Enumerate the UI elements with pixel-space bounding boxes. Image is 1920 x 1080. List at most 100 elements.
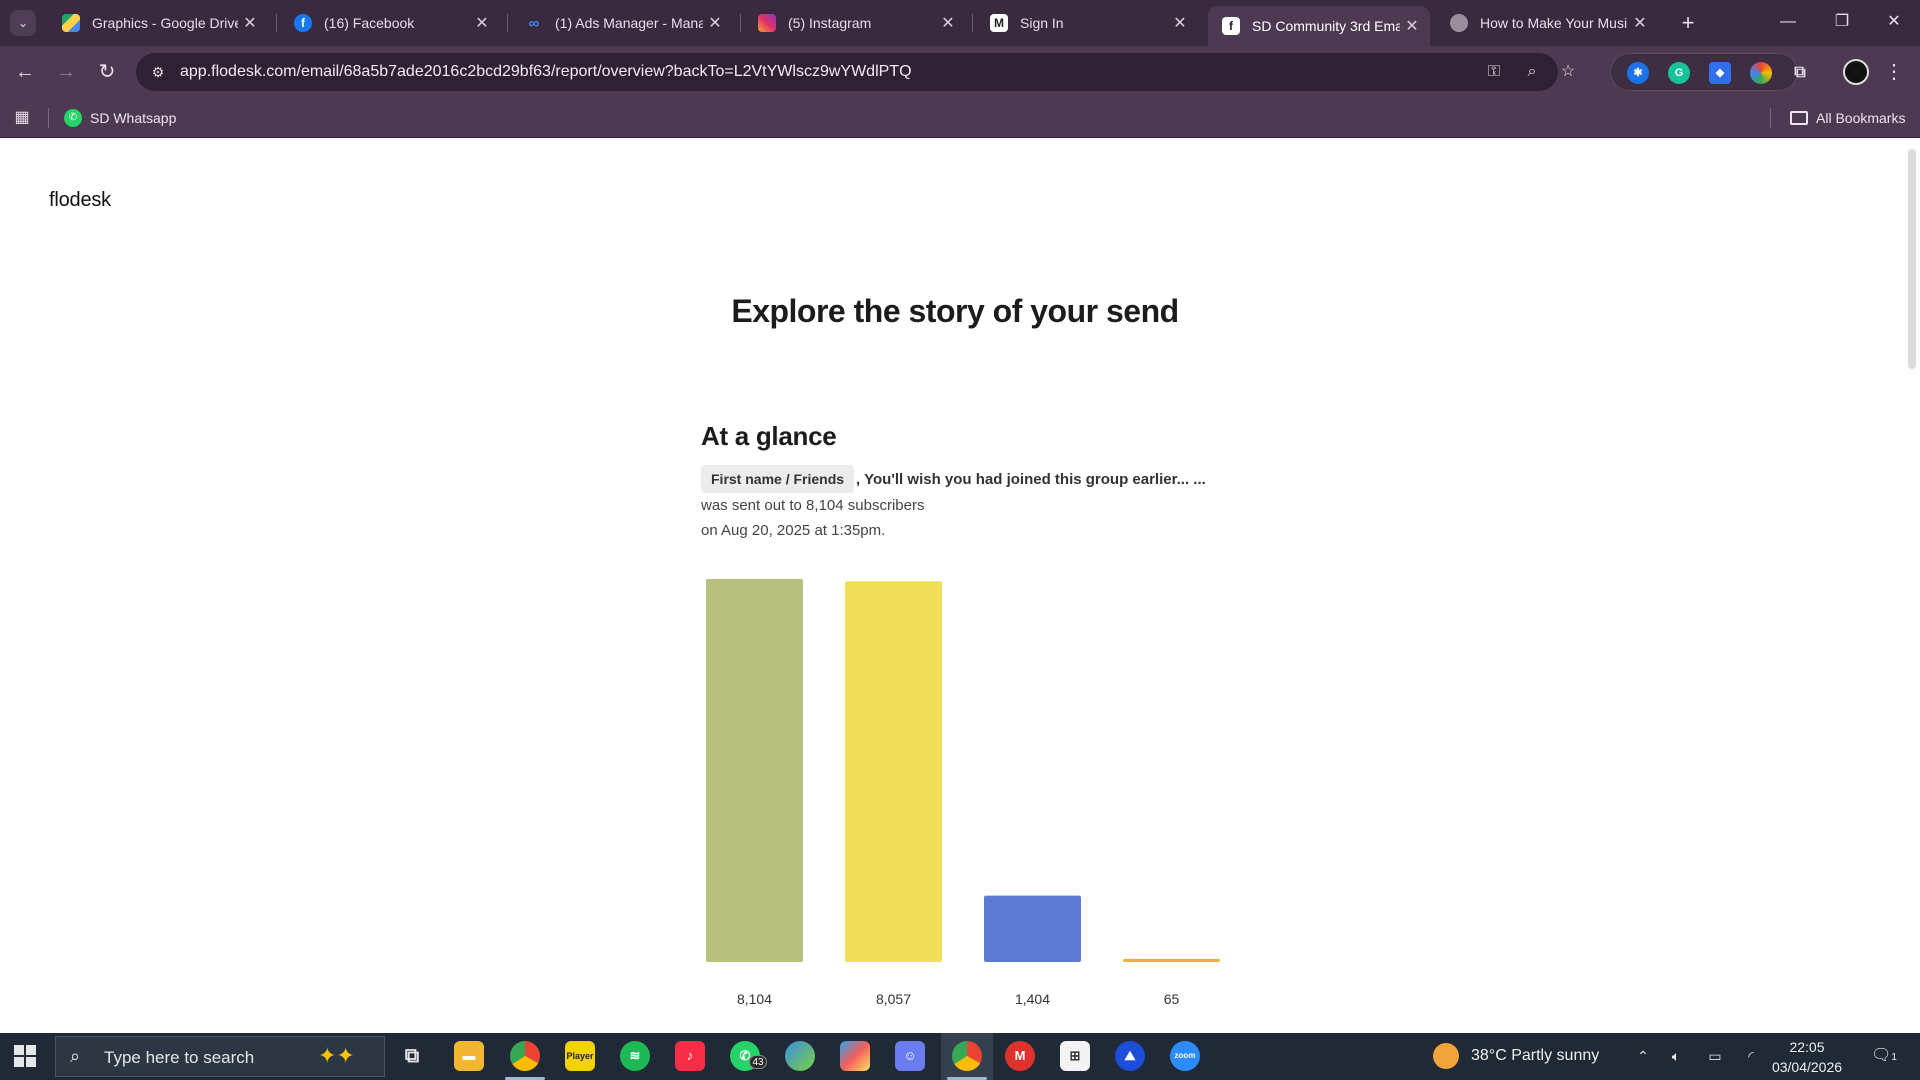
zoom-icon[interactable]: zoom xyxy=(1170,1041,1200,1071)
task-view-icon[interactable]: ⧉ xyxy=(397,1041,427,1071)
color-extension-icon[interactable] xyxy=(1750,62,1772,84)
close-tab-icon[interactable]: ✕ xyxy=(470,13,494,33)
chart-bar-value-label: 8,104 xyxy=(737,991,772,1007)
search-placeholder: Type here to search xyxy=(104,1048,255,1067)
tab-title: (16) Facebook xyxy=(324,15,415,31)
zoom-icon[interactable]: ⌕ xyxy=(1520,61,1544,83)
tab-sign-in[interactable]: M Sign In ✕ xyxy=(976,6,1198,40)
tab-facebook[interactable]: f (16) Facebook ✕ xyxy=(280,6,500,40)
reload-button[interactable]: ↻ xyxy=(91,56,123,88)
weather-text: 38°C Partly sunny xyxy=(1471,1047,1600,1064)
tab-sd-community-email[interactable]: f SD Community 3rd Emai ✕ xyxy=(1208,6,1430,46)
instagram-icon xyxy=(758,14,776,32)
globe-icon xyxy=(1450,14,1468,32)
close-tab-icon[interactable]: ✕ xyxy=(1628,13,1652,33)
close-tab-icon[interactable]: ✕ xyxy=(238,13,262,33)
google-drive-icon xyxy=(62,14,80,32)
notification-count: 1 xyxy=(1891,1052,1897,1063)
microsoft-store-icon[interactable]: ⊞ xyxy=(1060,1041,1090,1071)
close-tab-icon[interactable]: ✕ xyxy=(936,13,960,33)
tab-google-drive[interactable]: Graphics - Google Drive ✕ xyxy=(48,6,268,40)
windows-taskbar: ⌕ Type here to search ✦✦ ⧉ ▬ Player ≋ ♪ … xyxy=(0,1033,1920,1080)
page-title: Explore the story of your send xyxy=(731,293,1179,329)
apps-grid-icon[interactable]: ▦ xyxy=(12,108,32,128)
tab-divider xyxy=(507,14,508,32)
photos-app-icon[interactable] xyxy=(840,1041,870,1071)
chart-bar-2[interactable] xyxy=(845,581,942,962)
taskbar-clock[interactable]: 22:05 03/04/2026 xyxy=(1770,1037,1844,1077)
minimize-button[interactable]: — xyxy=(1760,0,1816,44)
tab-instagram[interactable]: (5) Instagram ✕ xyxy=(744,6,966,40)
sent-date-text: on Aug 20, 2025 at 1:35pm. xyxy=(701,522,886,539)
password-key-icon[interactable]: ⚿ xyxy=(1482,61,1506,83)
tag-extension-icon[interactable]: ◆ xyxy=(1709,62,1731,84)
folder-icon xyxy=(1790,111,1808,125)
player-app-icon[interactable]: Player xyxy=(565,1041,595,1071)
tab-search-button[interactable]: ⌄ xyxy=(10,10,36,36)
close-window-button[interactable]: ✕ xyxy=(1866,0,1920,44)
sent-to-text: was sent out to 8,104 subscribers xyxy=(701,497,925,514)
tab-ads-manager[interactable]: ∞ (1) Ads Manager - Mana ✕ xyxy=(511,6,733,40)
forward-button[interactable]: → xyxy=(50,56,82,88)
chart-canvas: 8,104 8,057 1,404 65 xyxy=(706,579,1220,1007)
site-info-icon[interactable]: ⚙ xyxy=(148,62,168,82)
chart-bar-value-label: 65 xyxy=(1164,991,1180,1007)
send-stats-bar-chart: 8,104 8,057 1,404 65 xyxy=(700,579,1220,1019)
browser-menu-icon[interactable]: ⋮ xyxy=(1884,58,1904,86)
merge-tag-chip: First name / Friends xyxy=(701,465,855,493)
chart-bar-4[interactable] xyxy=(1123,958,1220,962)
url-text[interactable]: app.flodesk.com/email/68a5b7ade2016c2bcd… xyxy=(180,63,912,81)
tab-title: SD Community 3rd Emai xyxy=(1252,18,1400,34)
restore-button[interactable]: ❐ xyxy=(1814,0,1870,44)
close-tab-icon[interactable]: ✕ xyxy=(1168,13,1192,33)
apple-music-icon[interactable]: ♪ xyxy=(675,1041,705,1071)
discord-style-icon[interactable]: ☺ xyxy=(895,1041,925,1071)
chart-bar-3[interactable] xyxy=(984,895,1081,962)
search-icon: ⌕ xyxy=(70,1046,81,1066)
scrollbar-thumb[interactable] xyxy=(1908,149,1916,369)
tab-music-guide[interactable]: How to Make Your Musi ✕ xyxy=(1436,6,1658,40)
m-logo-icon: M xyxy=(990,14,1008,32)
chrome-icon[interactable] xyxy=(510,1041,540,1071)
page-scrollbar[interactable] xyxy=(1904,139,1920,1033)
battery-icon[interactable]: ▭ xyxy=(1705,1046,1725,1066)
chart-bar-value-label: 8,057 xyxy=(876,991,911,1007)
browser-toolbar: ← → ↻ ⚙ app.flodesk.com/email/68a5b7ade2… xyxy=(0,46,1920,98)
spotify-icon[interactable]: ≋ xyxy=(620,1041,650,1071)
close-tab-icon[interactable]: ✕ xyxy=(703,13,727,33)
grammarly-icon[interactable]: G xyxy=(1668,62,1690,84)
address-bar[interactable]: ⚙ app.flodesk.com/email/68a5b7ade2016c2b… xyxy=(136,53,1575,91)
puzzle-extensions-icon[interactable]: ⧉ xyxy=(1789,62,1811,84)
bookmarks-divider xyxy=(48,108,49,128)
taskbar-search-box[interactable]: ⌕ Type here to search ✦✦ xyxy=(55,1036,385,1077)
show-hidden-icons-chevron-icon[interactable]: ⌃ xyxy=(1633,1046,1653,1066)
mail-m-icon[interactable]: M xyxy=(1005,1041,1035,1071)
all-bookmarks-button[interactable]: All Bookmarks xyxy=(1790,108,1905,128)
back-button[interactable]: ← xyxy=(9,56,41,88)
chrome-profile-icon[interactable] xyxy=(952,1041,982,1071)
edge-style-icon[interactable] xyxy=(785,1041,815,1071)
notification-center-icon[interactable]: 🗨︎1 xyxy=(1870,1043,1898,1069)
wifi-icon[interactable]: ◜ xyxy=(1741,1046,1761,1066)
bookmark-sd-whatsapp[interactable]: ✆ SD Whatsapp xyxy=(64,108,176,128)
tab-strip: ⌄ Graphics - Google Drive ✕ f (16) Faceb… xyxy=(0,0,1920,46)
weather-widget[interactable]: 38°C Partly sunny xyxy=(1433,1043,1599,1069)
profile-avatar[interactable] xyxy=(1843,59,1869,85)
section-title: At a glance xyxy=(701,421,837,451)
nordvpn-icon[interactable]: ⛰ xyxy=(1115,1041,1145,1071)
windows-start-button[interactable] xyxy=(14,1045,38,1069)
facebook-icon: f xyxy=(1222,17,1240,35)
email-subject: , You'll wish you had joined this group … xyxy=(856,470,1206,488)
file-explorer-icon[interactable]: ▬ xyxy=(454,1041,484,1071)
bookmark-star-icon[interactable]: ☆ xyxy=(1556,61,1580,83)
close-tab-icon[interactable]: ✕ xyxy=(1400,16,1424,36)
tab-divider xyxy=(740,14,741,32)
new-tab-button[interactable]: + xyxy=(1675,10,1701,36)
flodesk-logo[interactable]: flodesk xyxy=(49,189,111,212)
bookmarks-bar: ▦ ✆ SD Whatsapp All Bookmarks xyxy=(0,98,1920,138)
tab-divider xyxy=(972,14,973,32)
extension-gear-icon[interactable]: ✱ xyxy=(1627,62,1649,84)
facebook-icon: f xyxy=(294,14,312,32)
speaker-icon[interactable]: 🔈︎ xyxy=(1666,1046,1686,1066)
chart-bar-1[interactable] xyxy=(706,579,803,962)
